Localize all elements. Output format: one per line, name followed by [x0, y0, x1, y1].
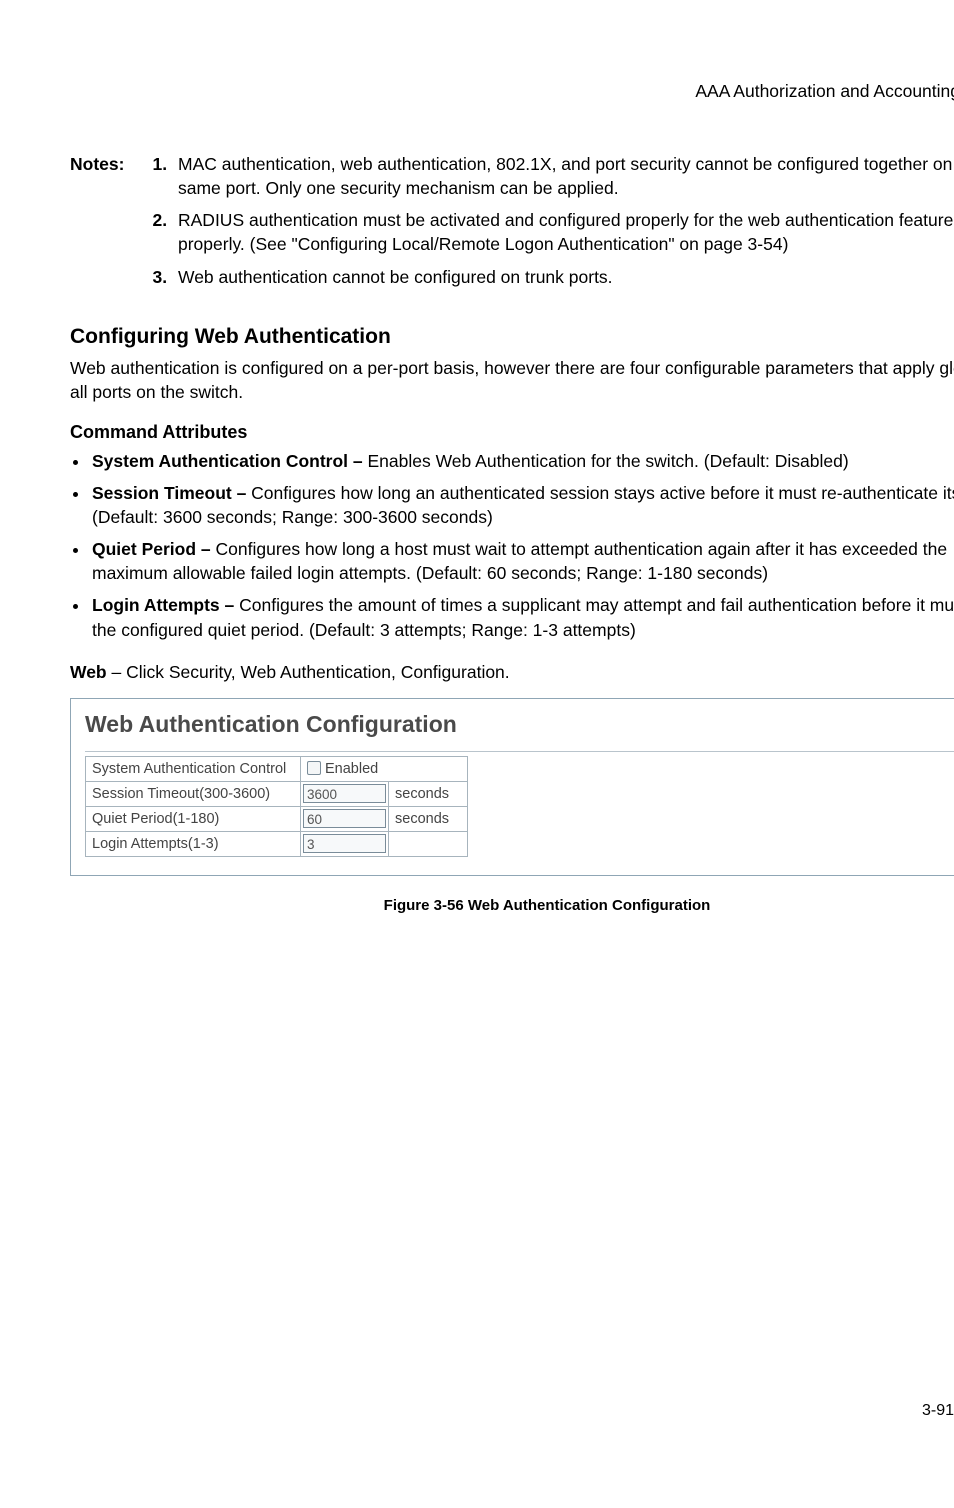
web-prefix: Web [70, 662, 107, 682]
attr-label: Session Timeout – [92, 483, 251, 503]
attr-label: System Authentication Control – [92, 451, 368, 471]
table-row: Session Timeout(300-3600) 3600 seconds [86, 781, 468, 806]
quiet-period-input[interactable]: 60 [303, 809, 386, 828]
header-section-title: AAA Authorization and Accounting [695, 79, 954, 103]
row-label: Quiet Period(1-180) [86, 806, 301, 831]
list-item: Quiet Period – Configures how long a hos… [90, 537, 954, 585]
list-item: Session Timeout – Configures how long an… [90, 481, 954, 529]
page-number: 3-91 [922, 1400, 954, 1422]
panel-title: Web Authentication Configuration [85, 709, 954, 741]
section-intro: Web authentication is configured on a pe… [70, 356, 954, 404]
table-row: System Authentication Control Enabled [86, 756, 468, 781]
notes-label: Notes: [70, 152, 142, 297]
web-navigation-line: Web – Click Security, Web Authentication… [70, 660, 954, 684]
notes-list: MAC authentication, web authentication, … [150, 152, 954, 297]
attr-label: Login Attempts – [92, 595, 239, 615]
attr-label: Quiet Period – [92, 539, 216, 559]
input-cell: 3 [301, 831, 389, 856]
input-cell: 3600 [301, 781, 389, 806]
checkbox-label: Enabled [325, 761, 378, 777]
command-attributes-list: System Authentication Control – Enables … [70, 449, 954, 642]
list-item: System Authentication Control – Enables … [90, 449, 954, 473]
unit-label: seconds [389, 806, 468, 831]
panel-divider [85, 751, 954, 752]
table-row: Quiet Period(1-180) 60 seconds [86, 806, 468, 831]
web-text: – Click Security, Web Authentication, Co… [107, 662, 510, 682]
table-row: Login Attempts(1-3) 3 [86, 831, 468, 856]
notes-block: Notes: MAC authentication, web authentic… [70, 152, 954, 297]
session-timeout-input[interactable]: 3600 [303, 784, 386, 803]
enabled-checkbox[interactable] [307, 761, 321, 775]
row-label: Session Timeout(300-3600) [86, 781, 301, 806]
notes-item: MAC authentication, web authentication, … [172, 152, 954, 200]
command-attributes-heading: Command Attributes [70, 420, 954, 445]
attr-desc: Configures how long a host must wait to … [92, 539, 947, 583]
row-label: System Authentication Control [86, 756, 301, 781]
checkbox-cell: Enabled [301, 756, 468, 781]
input-cell: 60 [301, 806, 389, 831]
notes-item: Web authentication cannot be configured … [172, 265, 954, 289]
notes-item: RADIUS authentication must be activated … [172, 208, 954, 256]
attr-desc: Enables Web Authentication for the switc… [368, 451, 849, 471]
login-attempts-input[interactable]: 3 [303, 834, 386, 853]
list-item: Login Attempts – Configures the amount o… [90, 593, 954, 641]
section-title: Configuring Web Authentication [70, 323, 954, 352]
figure-caption: Figure 3-56 Web Authentication Configura… [70, 896, 954, 917]
row-label: Login Attempts(1-3) [86, 831, 301, 856]
unit-label [389, 831, 468, 856]
web-auth-config-panel: Web Authentication Configuration System … [70, 698, 954, 876]
unit-label: seconds [389, 781, 468, 806]
page-header: AAA Authorization and Accounting 3 [70, 70, 954, 112]
config-table: System Authentication Control Enabled Se… [85, 756, 468, 857]
